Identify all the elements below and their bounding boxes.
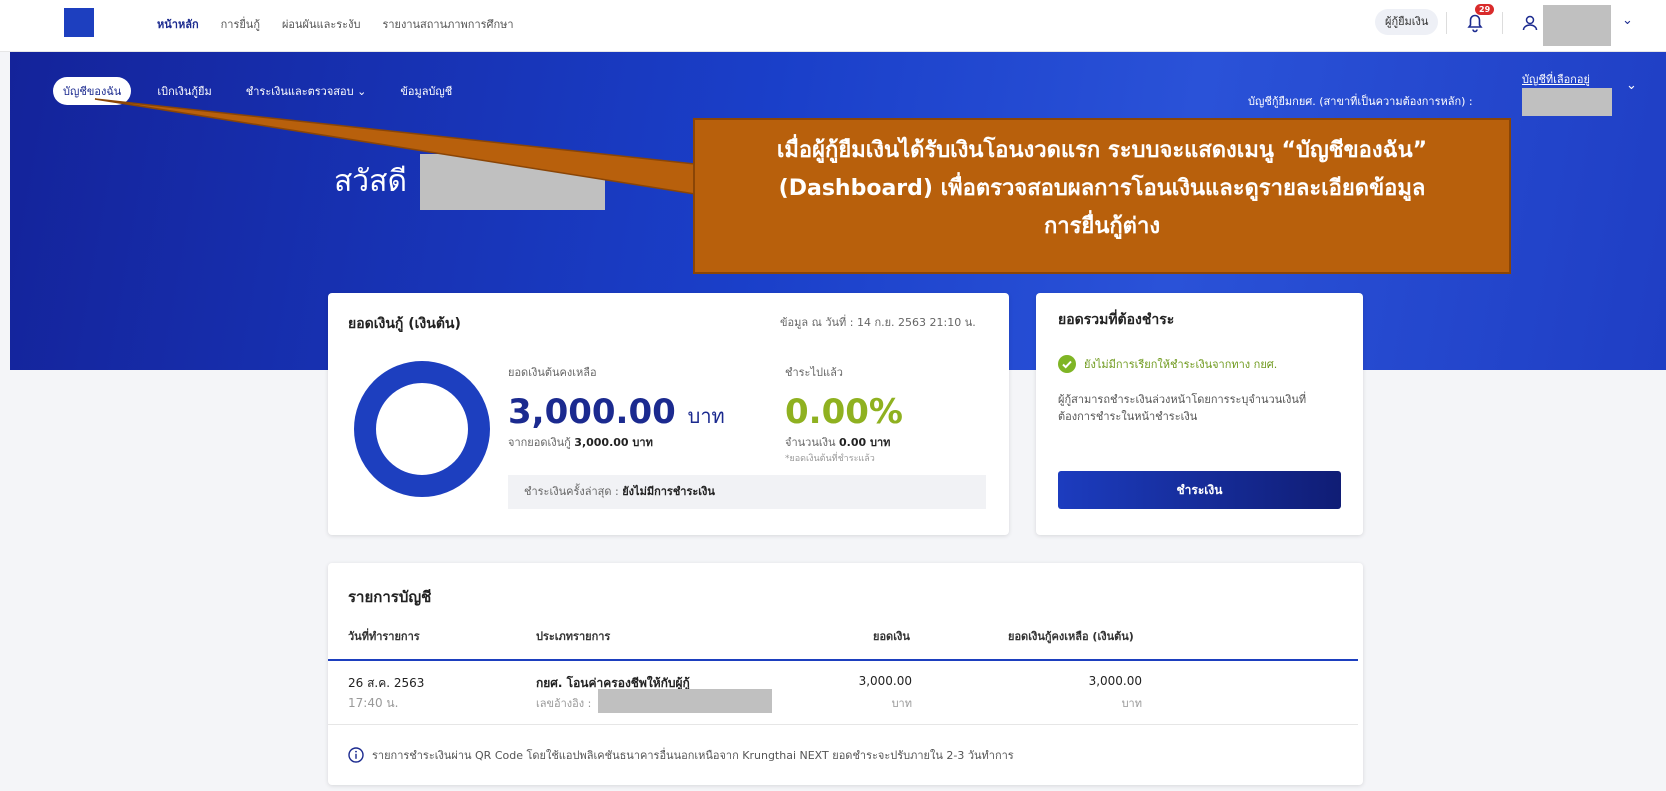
due-card: ยอดรวมที่ต้องชำระ ยังไม่มีการเรียกให้ชำร… <box>1036 293 1363 535</box>
notification-badge: 29 <box>1475 4 1495 15</box>
selected-account-label[interactable]: บัญชีที่เลือกอยู่ <box>1522 70 1590 88</box>
pay-button[interactable]: ชำระเงิน <box>1058 471 1341 509</box>
tab-disbursement[interactable]: เบิกเงินกู้ยืม <box>157 82 211 100</box>
nav-deferment[interactable]: ผ่อนผันและระงับ <box>282 15 360 33</box>
role-button[interactable]: ผู้กู้ยืมเงิน <box>1375 9 1439 35</box>
col-header-amount: ยอดเงิน <box>873 630 910 643</box>
header-divider <box>328 659 1358 661</box>
account-type-label: บัญชีกู้ยืมกยศ. (สาขาที่เป็นความต้องการห… <box>1248 95 1473 108</box>
row-time: 17:40 น. <box>348 696 399 710</box>
remaining-label: ยอดเงินต้นคงเหลือ <box>508 366 597 379</box>
paid-amount: จำนวนเงิน 0.00 บาท <box>785 436 891 449</box>
chevron-down-icon[interactable]: ⌄ <box>1626 78 1637 93</box>
col-header-type: ประเภทรายการ <box>536 630 611 643</box>
tab-my-account[interactable]: บัญชีของฉัน <box>53 77 132 105</box>
transactions-card: รายการบัญชี วันที่ทำรายการ ประเภทรายการ … <box>328 563 1363 785</box>
col-header-balance: ยอดเงินกู้คงเหลือ (เงินต้น) <box>1008 630 1134 643</box>
row-ref-label: เลขอ้างอิง : <box>536 697 592 710</box>
callout-annotation: เมื่อผู้กู้ยืมเงินได้รับเงินโอนงวดแรก ระ… <box>693 118 1511 274</box>
tab-payment[interactable]: ชำระเงินและตรวจสอบ ⌄ <box>246 82 367 100</box>
due-description: ผู้กู้สามารถชำระเงินล่วงหน้าโดยการระบุจำ… <box>1058 393 1307 423</box>
sub-nav: บัญชีของฉัน เบิกเงินกู้ยืม ชำระเงินและตร… <box>53 77 486 105</box>
top-bar: หน้าหลัก การยื่นกู้ ผ่อนผันและระงับ รายง… <box>0 0 1666 52</box>
loan-card-title: ยอดเงินกู้ (เงินต้น) <box>348 316 461 332</box>
info-icon <box>348 747 364 763</box>
row-date: 26 ส.ค. 2563 <box>348 676 425 690</box>
check-circle-icon <box>1058 355 1076 373</box>
nav-home[interactable]: หน้าหลัก <box>157 15 199 33</box>
divider <box>1446 12 1447 34</box>
col-header-date: วันที่ทำรายการ <box>348 630 420 643</box>
due-card-title: ยอดรวมที่ต้องชำระ <box>1058 312 1175 328</box>
transactions-title: รายการบัญชี <box>348 588 432 606</box>
paid-label: ชำระไปแล้ว <box>785 366 843 379</box>
account-number-redacted <box>1522 88 1612 116</box>
due-status: ยังไม่มีการเรียกให้ชำระเงินจากทาง กยศ. <box>1058 355 1277 373</box>
top-nav: หน้าหลัก การยื่นกู้ ผ่อนผันและระงับ รายง… <box>157 15 514 33</box>
loan-donut <box>354 361 490 497</box>
user-name-redacted <box>1543 5 1611 46</box>
user-name-redacted <box>420 154 605 210</box>
paid-note: *ยอดเงินต้นที่ชำระแล้ว <box>785 454 875 464</box>
last-payment: ชำระเงินครั้งล่าสุด : ยังไม่มีการชำระเงิ… <box>508 475 986 509</box>
row-balance: 3,000.00 <box>1088 674 1142 688</box>
nav-loan-application[interactable]: การยื่นกู้ <box>221 15 260 33</box>
divider <box>1502 12 1503 34</box>
row-balance-unit: บาท <box>1121 697 1142 710</box>
paid-percent: 0.00% <box>785 392 903 432</box>
logo[interactable] <box>64 8 94 37</box>
remaining-amount: 3,000.00 บาท <box>508 392 725 432</box>
row-amount: 3,000.00 <box>858 674 912 688</box>
user-icon[interactable] <box>1520 12 1540 34</box>
nav-study-report[interactable]: รายงานสถานภาพการศึกษา <box>382 15 513 33</box>
info-note: รายการชำระเงินผ่าน QR Code โดยใช้แอปพลิเ… <box>348 746 1014 764</box>
chevron-down-icon[interactable]: ⌄ <box>1622 13 1633 28</box>
row-divider <box>328 724 1358 725</box>
tab-account-info[interactable]: ข้อมูลบัญชี <box>400 82 452 100</box>
row-amount-unit: บาท <box>891 697 912 710</box>
as-of-date: ข้อมูล ณ วันที่ : 14 ก.ย. 2563 21:10 น. <box>780 316 976 329</box>
reference-redacted <box>598 689 772 713</box>
greeting: สวัสดี <box>334 164 407 199</box>
from-total: จากยอดเงินกู้ 3,000.00 บาท <box>508 436 653 449</box>
loan-card: ยอดเงินกู้ (เงินต้น) ข้อมูล ณ วันที่ : 1… <box>328 293 1009 535</box>
